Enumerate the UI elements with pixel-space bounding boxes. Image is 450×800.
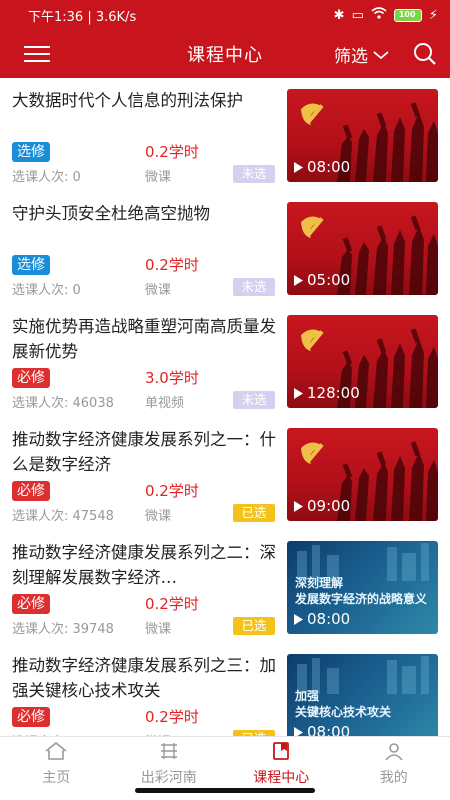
- status-speed: 3.6K/s: [95, 9, 137, 25]
- course-type: 微课: [145, 622, 172, 637]
- video-duration: 08:00: [293, 723, 350, 736]
- course-hours: 0.2学时: [145, 256, 199, 274]
- course-title: 推动数字经济健康发展系列之三：加强关键核心技术攻关: [12, 656, 276, 700]
- course-tag: 必修: [12, 707, 50, 727]
- course-item[interactable]: 实施优势再造战略重塑河南高质量发展新优势 必修 3.0学时 选课人次: 4603…: [0, 308, 450, 421]
- play-icon: [294, 726, 303, 736]
- status-bar: 下午1:36 | 3.6K/s ✱ ▭ 100 ⚡: [0, 0, 450, 30]
- duration-text: 08:00: [307, 723, 351, 736]
- video-duration: 08:00: [293, 610, 350, 628]
- search-icon[interactable]: [412, 41, 438, 67]
- video-duration: 09:00: [293, 497, 350, 515]
- duration-text: 08:00: [307, 610, 351, 628]
- course-hours: 0.2学时: [145, 708, 199, 726]
- course-type: 单视频: [145, 396, 185, 411]
- play-icon: [294, 613, 303, 625]
- play-icon: [294, 500, 303, 512]
- course-thumbnail[interactable]: 深刻理解发展数字经济的战略意义 08:00: [287, 541, 438, 634]
- course-thumbnail[interactable]: 05:00: [287, 202, 438, 295]
- course-thumbnail[interactable]: 加强关键核心技术攻关 08:00: [287, 654, 438, 736]
- course-title: 实施优势再造战略重塑河南高质量发展新优势: [12, 317, 276, 361]
- duration-text: 08:00: [307, 158, 351, 176]
- course-list: 大数据时代个人信息的刑法保护 选修 0.2学时 选课人次: 0 微课 未选 08…: [0, 82, 450, 736]
- filter-label: 筛选: [334, 47, 368, 67]
- nav-label: 我的: [379, 770, 408, 786]
- thumb-caption: 深刻理解发展数字经济的战略意义: [295, 575, 434, 607]
- course-tag: 选修: [12, 142, 50, 162]
- enroll-count: 选课人次: 46038: [12, 396, 114, 411]
- duration-text: 05:00: [307, 271, 351, 289]
- henan-icon: [156, 741, 182, 765]
- duration-text: 128:00: [307, 384, 360, 402]
- select-status[interactable]: 已选: [233, 504, 275, 522]
- enroll-count: 选课人次: 39748: [12, 622, 114, 637]
- user-icon: [381, 741, 407, 765]
- duration-text: 09:00: [307, 497, 351, 515]
- course-title: 大数据时代个人信息的刑法保护: [12, 91, 243, 110]
- select-status[interactable]: 未选: [233, 165, 275, 183]
- nav-item[interactable]: 课程中心: [225, 737, 338, 786]
- thumb-caption-line: 深刻理解: [295, 576, 344, 590]
- nav-item[interactable]: 我的: [338, 737, 450, 786]
- bottom-nav: 主页 出彩河南 课程中心 我的: [0, 736, 450, 786]
- course-item[interactable]: 推动数字经济健康发展系列之一：什么是数字经济 必修 0.2学时 选课人次: 47…: [0, 421, 450, 534]
- chevron-down-icon: [373, 50, 389, 59]
- select-status[interactable]: 已选: [233, 617, 275, 635]
- course-type: 微课: [145, 509, 172, 524]
- nav-label: 课程中心: [253, 770, 310, 786]
- video-duration: 128:00: [293, 384, 360, 402]
- wifi-icon: [371, 7, 387, 23]
- course-title: 推动数字经济健康发展系列之二：深刻理解发展数字经济…: [12, 543, 276, 587]
- nav-item[interactable]: 主页: [0, 737, 113, 786]
- select-status[interactable]: 未选: [233, 278, 275, 296]
- app-header: 课程中心 筛选: [0, 30, 450, 78]
- course-item[interactable]: 大数据时代个人信息的刑法保护 选修 0.2学时 选课人次: 0 微课 未选 08…: [0, 82, 450, 195]
- course-hours: 3.0学时: [145, 369, 199, 387]
- select-status[interactable]: 未选: [233, 391, 275, 409]
- course-type: 微课: [145, 283, 172, 298]
- course-item[interactable]: 推动数字经济健康发展系列之二：深刻理解发展数字经济… 必修 0.2学时 选课人次…: [0, 534, 450, 647]
- course-thumbnail[interactable]: 128:00: [287, 315, 438, 408]
- video-duration: 05:00: [293, 271, 350, 289]
- play-icon: [294, 387, 303, 399]
- charging-icon: ⚡: [428, 7, 438, 23]
- course-hours: 0.2学时: [145, 482, 199, 500]
- sim-icon: ▭: [351, 7, 364, 23]
- nav-item[interactable]: 出彩河南: [113, 737, 226, 786]
- status-time: 下午1:36: [28, 9, 84, 25]
- battery-icon: 100: [393, 8, 422, 22]
- video-duration: 08:00: [293, 158, 350, 176]
- course-thumbnail[interactable]: 09:00: [287, 428, 438, 521]
- thumb-caption-line: 加强: [295, 689, 320, 703]
- home-icon: [43, 741, 69, 765]
- course-title: 推动数字经济健康发展系列之一：什么是数字经济: [12, 430, 276, 474]
- course-tag: 必修: [12, 594, 50, 614]
- enroll-count: 选课人次: 47548: [12, 509, 114, 524]
- course-tag: 必修: [12, 481, 50, 501]
- course-title: 守护头顶安全杜绝高空抛物: [12, 204, 210, 223]
- course-item[interactable]: 推动数字经济健康发展系列之三：加强关键核心技术攻关 必修 0.2学时 选课人次:…: [0, 647, 450, 736]
- bluetooth-icon: ✱: [333, 7, 345, 23]
- thumb-caption-line: 发展数字经济的战略意义: [295, 592, 428, 606]
- filter-button[interactable]: 筛选: [334, 42, 390, 67]
- gesture-bar[interactable]: [135, 788, 315, 793]
- play-icon: [294, 274, 303, 286]
- course-type: 微课: [145, 170, 172, 185]
- course-item[interactable]: 守护头顶安全杜绝高空抛物 选修 0.2学时 选课人次: 0 微课 未选 05:0…: [0, 195, 450, 308]
- course-hours: 0.2学时: [145, 143, 199, 161]
- course-icon: [268, 741, 294, 765]
- play-icon: [294, 161, 303, 173]
- course-hours: 0.2学时: [145, 595, 199, 613]
- nav-label: 主页: [42, 770, 71, 786]
- nav-label: 出彩河南: [140, 770, 197, 786]
- enroll-count: 选课人次: 0: [12, 283, 81, 298]
- enroll-count: 选课人次: 0: [12, 170, 81, 185]
- thumb-caption-line: 关键核心技术攻关: [295, 705, 392, 719]
- course-tag: 必修: [12, 368, 50, 388]
- course-tag: 选修: [12, 255, 50, 275]
- course-thumbnail[interactable]: 08:00: [287, 89, 438, 182]
- thumb-caption: 加强关键核心技术攻关: [295, 688, 434, 720]
